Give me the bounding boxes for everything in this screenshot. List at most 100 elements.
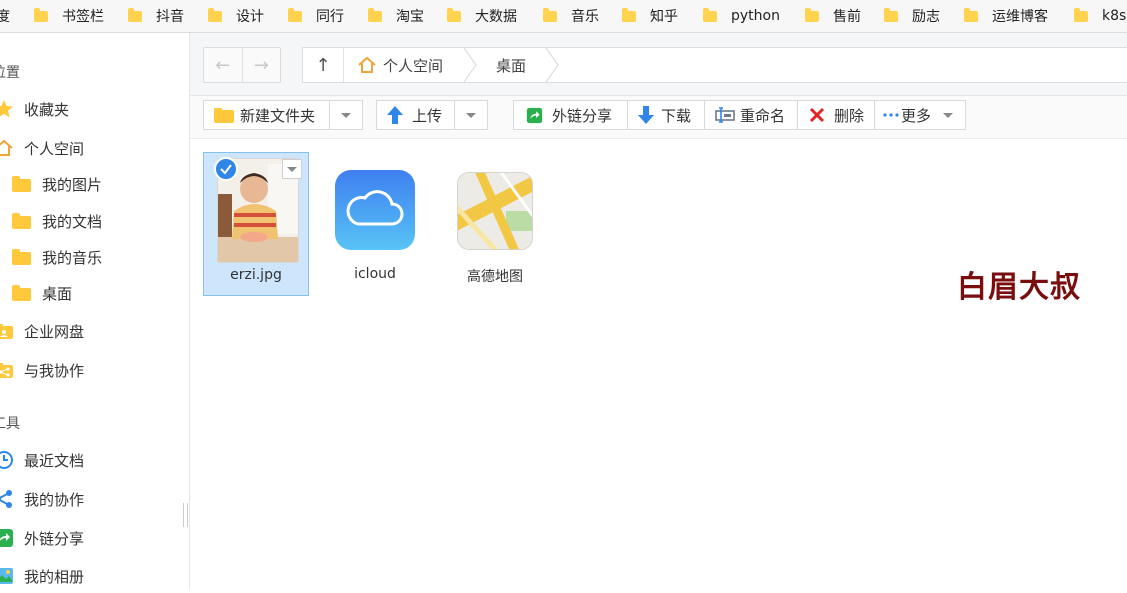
bookmark-item[interactable]: 抖音	[128, 0, 184, 32]
bookmark-item[interactable]: 售前	[805, 0, 861, 32]
bookmark-label: 抖音	[156, 9, 184, 25]
sidebar-item-label: 我的文档	[42, 212, 103, 231]
delete-label: 删除	[834, 106, 865, 125]
main-panel: ← → ↑ 个人空间 桌面 新建文件夹 上传 外链分享 下载 重命名 删除 更多…	[190, 33, 1127, 589]
watermark-text: 白眉大叔	[957, 270, 1081, 305]
bookmark-label: 运维博客	[992, 9, 1048, 25]
file-name: 高德地图	[467, 269, 523, 285]
file-name: erzi.jpg	[230, 267, 282, 283]
share-arrow-icon	[526, 107, 543, 123]
delete-button[interactable]: 删除	[797, 100, 875, 130]
rename-button[interactable]: 重命名	[704, 100, 798, 130]
chevron-down-icon	[341, 112, 351, 118]
bookmark-item[interactable]: 同行	[288, 0, 344, 32]
sidebar-item-label: 与我协作	[24, 361, 85, 380]
bookmark-label: 书签栏	[62, 9, 104, 25]
sidebar-item-label: 我的相册	[24, 567, 85, 586]
folder-icon	[543, 7, 557, 22]
sidebar: 位置 收藏夹 个人空间 我的图片 我的文档 我的音乐 桌面 企业网盘	[0, 33, 190, 589]
share-nodes-icon	[0, 489, 14, 509]
delete-x-icon	[809, 107, 825, 123]
bookmark-item[interactable]: 大数据	[447, 0, 517, 32]
new-folder-label: 新建文件夹	[240, 106, 316, 125]
app-icon-background	[457, 172, 533, 250]
upload-button[interactable]: 上传	[376, 100, 455, 130]
bookmark-label: 同行	[316, 9, 344, 25]
folder-icon	[208, 7, 222, 22]
navigation-bar: ← → ↑ 个人空间 桌面	[190, 33, 1127, 96]
map-icon	[458, 173, 532, 249]
home-icon	[358, 56, 376, 73]
file-item-icloud[interactable]: icloud	[322, 152, 428, 296]
sidebar-item-label: 桌面	[42, 284, 73, 303]
chevron-down-icon	[466, 112, 476, 118]
bookmark-label: 设计	[236, 9, 264, 25]
sidebar-resize-handle[interactable]	[183, 503, 188, 527]
bookmarks-bar: 度 书签栏 抖音 设计 同行 淘宝 大数据 音乐 知乎 python 售前 励志…	[0, 0, 1127, 33]
bookmark-label: 知乎	[650, 9, 678, 25]
rename-label: 重命名	[740, 106, 786, 125]
folder-icon	[447, 7, 461, 22]
folder-icon	[12, 213, 31, 229]
download-button[interactable]: 下载	[627, 100, 705, 130]
toolbar: 新建文件夹 上传 外链分享 下载 重命名 删除 更多	[190, 96, 1127, 139]
sidebar-section-locations: 位置	[0, 65, 20, 81]
folder-icon	[884, 7, 898, 22]
download-label: 下载	[661, 106, 692, 125]
home-icon	[0, 138, 14, 158]
breadcrumb-label: 桌面	[496, 56, 527, 75]
bookmark-label: 度	[0, 6, 10, 26]
share-link-label: 外链分享	[552, 106, 613, 125]
sidebar-item-label: 最近文档	[24, 451, 85, 470]
file-item-amap[interactable]: 高德地图	[442, 152, 548, 296]
bookmark-item[interactable]: 设计	[208, 0, 264, 32]
bookmark-item[interactable]: 淘宝	[368, 0, 424, 32]
folder-icon	[12, 285, 31, 301]
upload-dropdown[interactable]	[454, 100, 488, 130]
folder-icon	[703, 7, 717, 22]
folder-icon	[1074, 7, 1088, 22]
selected-check-icon[interactable]	[214, 157, 238, 181]
folder-icon	[964, 7, 978, 22]
bookmark-item[interactable]: python	[703, 0, 780, 32]
bookmark-item[interactable]: 音乐	[543, 0, 599, 32]
sidebar-item-label: 我的音乐	[42, 248, 103, 267]
share-link-button[interactable]: 外链分享	[513, 100, 628, 130]
chevron-down-icon	[943, 112, 954, 118]
image-icon	[0, 566, 14, 586]
bookmark-item[interactable]: 书签栏	[34, 0, 104, 32]
folder-icon	[128, 7, 142, 22]
bookmark-label: 励志	[912, 9, 940, 25]
bookmark-item[interactable]: 励志	[884, 0, 940, 32]
history-buttons: ← →	[203, 47, 281, 83]
new-folder-dropdown[interactable]	[329, 100, 363, 130]
up-button[interactable]: ↑	[303, 48, 344, 82]
back-button[interactable]: ←	[204, 48, 242, 82]
cloud-icon	[346, 190, 404, 226]
breadcrumb-separator	[545, 48, 559, 82]
forward-arrow-icon: →	[253, 54, 269, 76]
folder-icon	[12, 249, 31, 265]
folder-icon	[288, 7, 302, 22]
up-arrow-icon: ↑	[315, 54, 331, 76]
star-icon	[0, 99, 14, 119]
forward-button[interactable]: →	[241, 48, 281, 82]
folder-icon	[34, 7, 48, 22]
breadcrumb-item-desktop[interactable]: 桌面	[496, 48, 526, 82]
more-button[interactable]: 更多	[874, 100, 966, 130]
file-menu-dropdown[interactable]	[282, 159, 302, 179]
breadcrumb-item-personal-space[interactable]: 个人空间	[357, 48, 443, 82]
breadcrumb-separator	[463, 48, 477, 82]
clock-icon	[0, 450, 14, 470]
sidebar-item-label: 个人空间	[24, 139, 85, 158]
new-folder-button[interactable]: 新建文件夹	[203, 100, 330, 130]
bookmark-item[interactable]: 度	[0, 0, 10, 32]
file-item-erzi[interactable]: erzi.jpg	[203, 152, 309, 296]
folder-icon	[622, 7, 636, 22]
sidebar-item-label: 企业网盘	[24, 322, 85, 341]
sidebar-item-label: 我的图片	[42, 175, 103, 194]
shared-folder-icon	[0, 360, 14, 380]
bookmark-item[interactable]: k8s	[1074, 0, 1126, 32]
bookmark-item[interactable]: 知乎	[622, 0, 678, 32]
bookmark-item[interactable]: 运维博客	[964, 0, 1048, 32]
